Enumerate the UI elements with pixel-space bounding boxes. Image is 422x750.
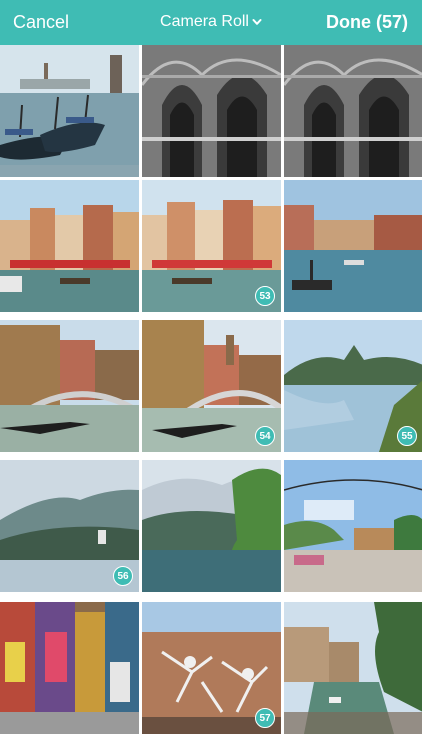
photo-thumbnail[interactable]: 57 bbox=[142, 602, 281, 734]
photo-image bbox=[0, 320, 139, 452]
photo-thumbnail[interactable]: 55 bbox=[284, 320, 422, 452]
selection-badge: 55 bbox=[397, 426, 417, 446]
selected-count: (57) bbox=[375, 12, 408, 32]
photo-thumbnail[interactable] bbox=[284, 460, 422, 592]
done-button[interactable]: Done (57) bbox=[326, 12, 408, 33]
photo-thumbnail[interactable]: 54 bbox=[142, 320, 281, 452]
photo-thumbnail[interactable] bbox=[142, 45, 281, 177]
photo-image bbox=[284, 602, 422, 734]
album-picker-button[interactable]: Camera Roll bbox=[160, 13, 262, 31]
photo-image bbox=[142, 45, 281, 177]
photo-image bbox=[0, 180, 139, 312]
selection-badge: 53 bbox=[255, 286, 275, 306]
photo-thumbnail[interactable] bbox=[284, 45, 422, 177]
selection-badge: 57 bbox=[255, 708, 275, 728]
photo-image bbox=[142, 460, 281, 592]
cancel-button[interactable]: Cancel bbox=[13, 12, 69, 33]
photo-thumbnail[interactable] bbox=[0, 180, 139, 312]
chevron-down-icon bbox=[252, 19, 262, 25]
album-title: Camera Roll bbox=[160, 13, 249, 30]
photo-thumbnail[interactable] bbox=[0, 320, 139, 452]
photo-thumbnail[interactable]: 53 bbox=[142, 180, 281, 312]
photo-thumbnail[interactable] bbox=[284, 602, 422, 734]
photo-image bbox=[0, 45, 139, 177]
photo-thumbnail[interactable] bbox=[284, 180, 422, 312]
selection-badge: 56 bbox=[113, 566, 133, 586]
photo-image bbox=[284, 180, 422, 312]
photo-thumbnail[interactable]: 56 bbox=[0, 460, 139, 592]
photo-thumbnail[interactable] bbox=[142, 460, 281, 592]
navigation-bar: Cancel Camera Roll Done (57) bbox=[0, 0, 422, 45]
photo-image bbox=[284, 460, 422, 592]
photo-image bbox=[284, 45, 422, 177]
photo-image bbox=[0, 602, 139, 734]
photo-thumbnail[interactable] bbox=[0, 602, 139, 734]
selection-badge: 54 bbox=[255, 426, 275, 446]
photo-thumbnail[interactable] bbox=[0, 45, 139, 177]
done-label: Done bbox=[325, 12, 371, 32]
photo-grid: 53 54 55 56 57 bbox=[0, 45, 422, 750]
